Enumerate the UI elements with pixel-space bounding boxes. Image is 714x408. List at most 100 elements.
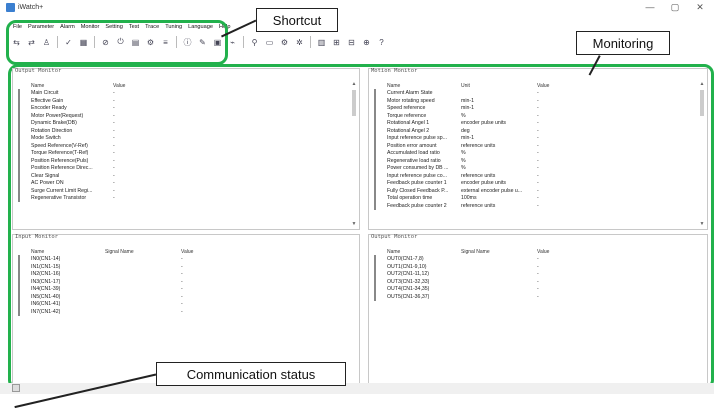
table-row[interactable]: Dynamic Brake(DB) - bbox=[18, 119, 173, 128]
table-row[interactable]: Feedback pulse counter 2 reference units - bbox=[374, 201, 587, 210]
vertical-scrollbar[interactable]: ▲ ▼ bbox=[351, 81, 357, 227]
table-row[interactable]: Effective Gain - bbox=[18, 96, 173, 105]
table-row[interactable]: IN4(CN1-39) - bbox=[18, 285, 231, 294]
column-header-value[interactable]: Value bbox=[537, 83, 587, 89]
table-row[interactable]: Main Circuit - bbox=[18, 89, 173, 98]
table-row[interactable]: OUT0(CN1-7,8) - bbox=[374, 255, 587, 264]
table-row[interactable]: Regenerative Transistor - bbox=[18, 194, 173, 203]
gear-alt-icon[interactable]: ✲ bbox=[293, 36, 306, 49]
maximize-button[interactable]: ▢ bbox=[665, 0, 685, 14]
scroll-thumb[interactable] bbox=[352, 90, 356, 116]
table-row[interactable]: OUT3(CN1-32,33) - bbox=[374, 277, 587, 286]
table-row[interactable]: Fully Closed Feedback P... external encod… bbox=[374, 186, 587, 195]
table-row[interactable]: Position error amount reference units - bbox=[374, 141, 587, 150]
row-checkbox-cell bbox=[374, 255, 387, 264]
scroll-thumb[interactable] bbox=[700, 90, 704, 116]
table-row[interactable]: IN3(CN1-17) - bbox=[18, 277, 231, 286]
table-row[interactable]: Regenerative load ratio% - bbox=[374, 156, 587, 165]
column-header-value[interactable]: Value bbox=[537, 249, 587, 255]
table-row[interactable]: Clear Signal - bbox=[18, 171, 173, 180]
minimize-button[interactable]: — bbox=[640, 0, 660, 14]
table-header: Name Signal Name Value bbox=[374, 248, 587, 256]
cell-value: - bbox=[181, 301, 183, 308]
row-checkbox-cell bbox=[18, 277, 31, 286]
column-header-signal[interactable]: Signal Name bbox=[461, 249, 537, 255]
table-row[interactable]: OUT5(CN1-36,37) - bbox=[374, 292, 587, 301]
column-header-name[interactable]: Name bbox=[387, 83, 461, 89]
cell-name: Speed reference bbox=[387, 105, 426, 112]
io-icon[interactable]: ⊟ bbox=[345, 36, 358, 49]
row-checkbox[interactable] bbox=[374, 292, 376, 301]
table-row[interactable]: Mode Switch - bbox=[18, 134, 173, 143]
table-row[interactable]: Surge Current Limit Regi... - bbox=[18, 186, 173, 195]
help-icon[interactable]: ? bbox=[375, 36, 388, 49]
table-row[interactable]: Power consumed by DB ...% - bbox=[374, 164, 587, 173]
row-checkbox[interactable] bbox=[374, 201, 376, 210]
column-header-unit[interactable]: Unit bbox=[461, 83, 537, 89]
table-row[interactable]: Feedback pulse counter 1 encoder pulse un… bbox=[374, 179, 587, 188]
row-checkbox[interactable] bbox=[18, 307, 20, 316]
column-header-name[interactable]: Name bbox=[31, 249, 105, 255]
row-checkbox-cell bbox=[374, 111, 387, 120]
table-row[interactable]: Speed Reference(V-Ref) - bbox=[18, 141, 173, 150]
scroll-up-icon[interactable]: ▲ bbox=[699, 81, 705, 87]
cell-name: Input reference pulse sp... bbox=[387, 135, 447, 142]
table-row[interactable]: IN2(CN1-16) - bbox=[18, 270, 231, 279]
table-row[interactable]: IN6(CN1-41) - bbox=[18, 300, 231, 309]
cell-value: - bbox=[113, 120, 115, 127]
table-row[interactable]: Position Reference Direc... - bbox=[18, 164, 173, 173]
cell-name: Regenerative Transistor bbox=[31, 195, 87, 202]
column-header-name[interactable]: Name bbox=[387, 249, 461, 255]
scroll-down-icon[interactable]: ▼ bbox=[699, 221, 705, 227]
row-checkbox-cell bbox=[374, 292, 387, 301]
column-header-signal[interactable]: Signal Name bbox=[105, 249, 181, 255]
table-row[interactable]: OUT2(CN1-11,12) - bbox=[374, 270, 587, 279]
table-row[interactable]: Input reference pulse co... reference uni… bbox=[374, 171, 587, 180]
row-checkbox-cell bbox=[374, 141, 387, 150]
column-header-name[interactable]: Name bbox=[31, 83, 113, 89]
table-row[interactable]: IN5(CN1-40) - bbox=[18, 292, 231, 301]
table-row[interactable]: Motor rotating speed min-1 - bbox=[374, 96, 587, 105]
close-button[interactable]: ✕ bbox=[690, 0, 710, 14]
table-row[interactable]: Torque reference% - bbox=[374, 111, 587, 120]
column-header-value[interactable]: Value bbox=[181, 249, 231, 255]
table-row[interactable]: Rotational Angel 2 deg - bbox=[374, 126, 587, 135]
cell-value: - bbox=[181, 308, 183, 315]
cell-unit: encoder pulse units bbox=[461, 180, 506, 187]
table-row[interactable]: Total operation time 100ms - bbox=[374, 194, 587, 203]
table-row[interactable]: OUT4(CN1-34,35) - bbox=[374, 285, 587, 294]
table-row[interactable]: Rotational Angel 1 encoder pulse units - bbox=[374, 119, 587, 128]
table-header: Name Value bbox=[18, 82, 173, 90]
row-checkbox[interactable] bbox=[18, 194, 20, 203]
table-row[interactable]: Current Alarm State - bbox=[374, 89, 587, 98]
table-row[interactable]: Position Reference(Puls) - bbox=[18, 156, 173, 165]
table-row[interactable]: IN0(CN1-14) - bbox=[18, 255, 231, 264]
gear-icon[interactable]: ⚙ bbox=[278, 36, 291, 49]
cell-value: - bbox=[537, 202, 539, 209]
table-row[interactable]: Speed reference min-1 - bbox=[374, 104, 587, 113]
table-row[interactable]: Rotation Direction - bbox=[18, 126, 173, 135]
table-row[interactable]: IN7(CN1-42) - bbox=[18, 307, 231, 316]
row-checkbox-cell bbox=[374, 104, 387, 113]
table-row[interactable]: AC Power ON - bbox=[18, 179, 173, 188]
cell-unit: % bbox=[461, 150, 466, 157]
cell-name: Effective Gain bbox=[31, 97, 64, 104]
table-row[interactable]: IN1(CN1-15) - bbox=[18, 262, 231, 271]
row-checkbox-cell bbox=[374, 164, 387, 173]
table-row[interactable]: Input reference pulse sp... min-1 - bbox=[374, 134, 587, 143]
scope-icon[interactable]: ⊕ bbox=[360, 36, 373, 49]
scroll-down-icon[interactable]: ▼ bbox=[351, 221, 357, 227]
vertical-scrollbar[interactable]: ▲ ▼ bbox=[699, 81, 705, 227]
table-row[interactable]: Motor Power(Request) - bbox=[18, 111, 173, 120]
row-checkbox-cell bbox=[18, 164, 31, 173]
scroll-up-icon[interactable]: ▲ bbox=[351, 81, 357, 87]
table-row[interactable]: Encoder Ready - bbox=[18, 104, 173, 113]
table-row[interactable]: OUT1(CN1-9,10) - bbox=[374, 262, 587, 271]
monitor-icon[interactable]: ▭ bbox=[263, 36, 276, 49]
run-icon[interactable]: ⚲ bbox=[248, 36, 261, 49]
table-row[interactable]: Torque Reference(T-Ref) - bbox=[18, 149, 173, 158]
display-icon[interactable]: ▥ bbox=[315, 36, 328, 49]
table-row[interactable]: Accumulated load ratio% - bbox=[374, 149, 587, 158]
column-header-value[interactable]: Value bbox=[113, 83, 173, 89]
chart-icon[interactable]: ⊞ bbox=[330, 36, 343, 49]
